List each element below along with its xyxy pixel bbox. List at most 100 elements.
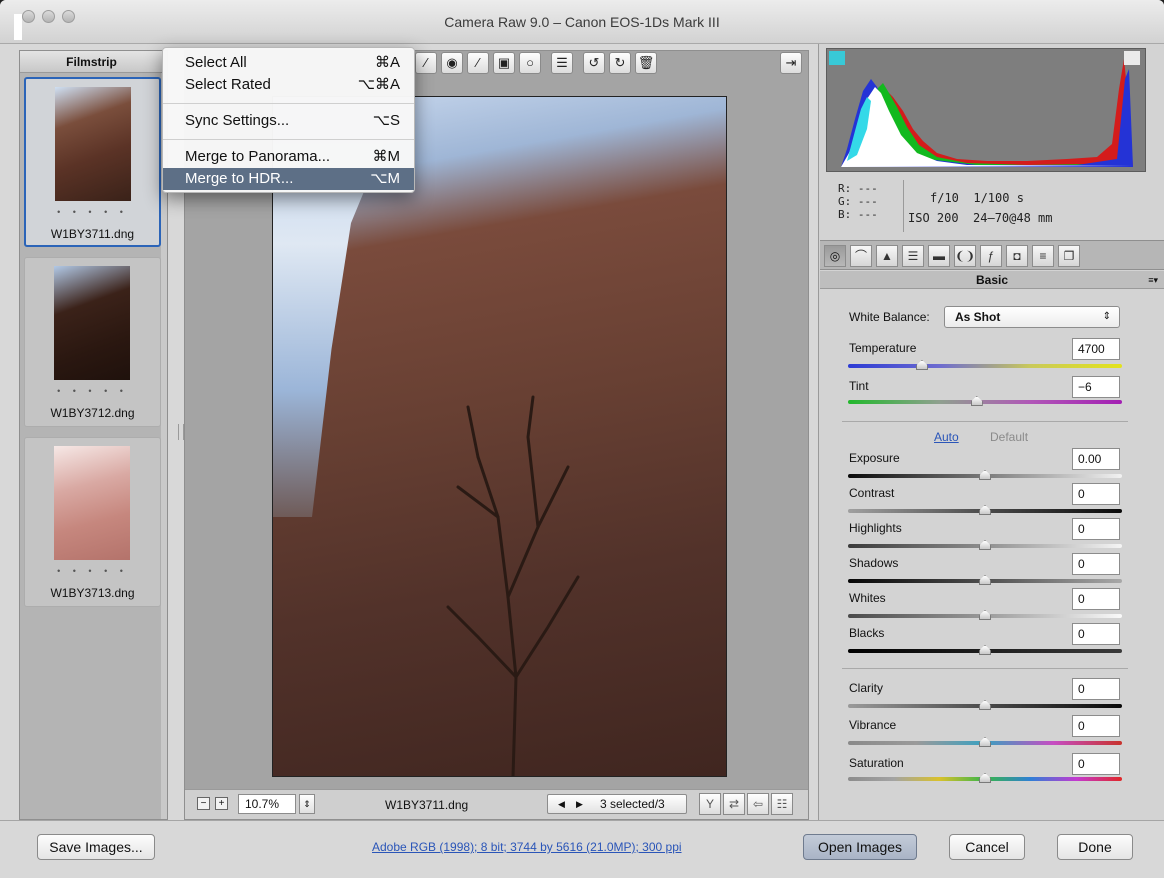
cancel-button[interactable]: Cancel: [949, 834, 1025, 860]
menu-item-select-all[interactable]: Select All ⌘A: [163, 52, 414, 74]
menu-item-sync-settings[interactable]: Sync Settings... ⌥S: [163, 110, 414, 132]
save-images-button[interactable]: Save Images...: [37, 834, 155, 860]
done-button[interactable]: Done: [1057, 834, 1133, 860]
highlights-field[interactable]: 0: [1072, 518, 1120, 540]
zoom-dropdown-icon[interactable]: ⇕: [299, 794, 315, 814]
tint-label: Tint: [849, 379, 869, 393]
tab-effects-icon[interactable]: ƒ: [980, 245, 1002, 267]
section-separator: [842, 668, 1128, 669]
saturation-slider-thumb[interactable]: [979, 773, 991, 783]
panel-title-text: Basic: [975, 273, 1009, 287]
tint-slider[interactable]: [848, 400, 1122, 404]
zoom-level-field[interactable]: 10.7%: [238, 794, 296, 814]
rotate-right-icon[interactable]: ↻: [609, 52, 631, 74]
blacks-slider-thumb[interactable]: [979, 645, 991, 655]
tab-presets-icon[interactable]: ≡: [1032, 245, 1054, 267]
image-preview[interactable]: [272, 96, 727, 777]
toggle-settings-icon[interactable]: ☷: [771, 793, 793, 815]
shadow-clipping-icon[interactable]: [829, 51, 845, 65]
rating-stars[interactable]: • • • • •: [25, 566, 160, 576]
tab-tone-curve-icon[interactable]: ⌒: [850, 245, 872, 267]
menu-item-select-rated[interactable]: Select Rated ⌥⌘A: [163, 74, 414, 96]
panel-menu-icon[interactable]: ≡▾: [1148, 271, 1158, 289]
blacks-field[interactable]: 0: [1072, 623, 1120, 645]
vibrance-field[interactable]: 0: [1072, 715, 1120, 737]
vibrance-slider-thumb[interactable]: [979, 737, 991, 747]
tab-split-toning-icon[interactable]: ▬: [928, 245, 950, 267]
filmstrip-header[interactable]: Filmstrip: [20, 51, 163, 73]
title-bar: Camera Raw 9.0 – Canon EOS-1Ds Mark III: [0, 0, 1164, 44]
temperature-field[interactable]: 4700: [1072, 338, 1120, 360]
rating-stars[interactable]: • • • • •: [26, 207, 159, 217]
tab-hsl-icon[interactable]: ☰: [902, 245, 924, 267]
previous-image-icon[interactable]: ◀: [558, 795, 565, 813]
highlight-clipping-icon[interactable]: [1124, 51, 1140, 65]
shadows-slider-thumb[interactable]: [979, 575, 991, 585]
workflow-options-link[interactable]: Adobe RGB (1998); 8 bit; 3744 by 5616 (2…: [372, 840, 682, 854]
menu-item-label: Merge to HDR...: [185, 170, 294, 187]
adjustment-brush-icon[interactable]: ∕: [467, 52, 489, 74]
contrast-field[interactable]: 0: [1072, 483, 1120, 505]
copy-settings-icon[interactable]: ⇦: [747, 793, 769, 815]
filmstrip-item[interactable]: • • • • • W1BY3713.dng: [24, 437, 161, 607]
menu-separator: [163, 103, 414, 104]
exposure-slider-thumb[interactable]: [979, 470, 991, 480]
thumbnail-image: [54, 266, 130, 380]
white-balance-value: As Shot: [955, 310, 1001, 324]
exposure-field[interactable]: 0.00: [1072, 448, 1120, 470]
blue-value: B: ---: [838, 208, 878, 221]
trash-icon[interactable]: 🗑: [635, 52, 657, 74]
radial-filter-icon[interactable]: ○: [519, 52, 541, 74]
menu-item-merge-to-hdr[interactable]: Merge to HDR... ⌥M: [163, 168, 414, 190]
red-eye-icon[interactable]: ◉: [441, 52, 463, 74]
shadows-field[interactable]: 0: [1072, 553, 1120, 575]
brush-plus-icon[interactable]: ⁄: [415, 52, 437, 74]
whites-field[interactable]: 0: [1072, 588, 1120, 610]
contrast-label: Contrast: [849, 486, 895, 500]
menu-item-merge-to-panorama[interactable]: Merge to Panorama... ⌘M: [163, 146, 414, 168]
rating-stars[interactable]: • • • • •: [25, 386, 160, 396]
contrast-slider-thumb[interactable]: [979, 505, 991, 515]
clarity-field[interactable]: 0: [1072, 678, 1120, 700]
tint-slider-thumb[interactable]: [970, 396, 983, 406]
menu-item-shortcut: ⌘A: [374, 54, 400, 71]
window-title: Camera Raw 9.0 – Canon EOS-1Ds Mark III: [444, 14, 720, 30]
next-image-icon[interactable]: ▶: [576, 795, 583, 813]
preview-status-bar: − + 10.7% ⇕ W1BY3711.dng ◀ ▶ 3 selected/…: [185, 789, 808, 819]
temperature-slider[interactable]: [848, 364, 1122, 368]
tab-detail-icon[interactable]: ▲: [876, 245, 898, 267]
open-images-button[interactable]: Open Images: [803, 834, 917, 860]
clarity-label: Clarity: [849, 681, 884, 695]
zoom-out-icon[interactable]: −: [197, 797, 210, 810]
saturation-field[interactable]: 0: [1072, 753, 1120, 775]
thumbnail-image: [55, 87, 131, 201]
zoom-in-icon[interactable]: +: [215, 797, 228, 810]
whites-slider-thumb[interactable]: [979, 610, 991, 620]
red-value: R: ---: [838, 182, 878, 195]
tab-camera-calibration-icon[interactable]: ◘: [1006, 245, 1028, 267]
rotate-left-icon[interactable]: ↺: [583, 52, 605, 74]
highlights-label: Highlights: [849, 521, 902, 535]
highlights-slider-thumb[interactable]: [979, 540, 991, 550]
iso: ISO 200: [908, 211, 959, 225]
white-balance-select[interactable]: As Shot ⇕: [944, 306, 1120, 328]
swap-settings-icon[interactable]: ⇄: [723, 793, 745, 815]
temperature-slider-thumb[interactable]: [915, 360, 928, 370]
graduated-filter-icon[interactable]: ▣: [493, 52, 515, 74]
toggle-fullscreen-icon[interactable]: ⇥: [780, 52, 802, 74]
thumbnail-image: [54, 446, 130, 560]
menu-item-label: Select Rated: [185, 76, 271, 93]
preferences-icon[interactable]: ☰: [551, 52, 573, 74]
before-after-icon[interactable]: Y: [699, 793, 721, 815]
default-link[interactable]: Default: [990, 430, 1028, 444]
tab-basic-icon[interactable]: ◎: [824, 245, 846, 267]
tint-field[interactable]: −6: [1072, 376, 1120, 398]
tab-snapshots-icon[interactable]: ❐: [1058, 245, 1080, 267]
lens: 24–70@48 mm: [973, 211, 1053, 225]
filmstrip-item[interactable]: • • • • • W1BY3711.dng: [24, 77, 161, 247]
auto-link[interactable]: Auto: [934, 430, 959, 444]
tab-lens-icon[interactable]: ❨❩: [954, 245, 976, 267]
filmstrip-item[interactable]: • • • • • W1BY3712.dng: [24, 257, 161, 427]
filmstrip-context-menu: Select All ⌘A Select Rated ⌥⌘A Sync Sett…: [162, 47, 415, 193]
clarity-slider-thumb[interactable]: [979, 700, 991, 710]
